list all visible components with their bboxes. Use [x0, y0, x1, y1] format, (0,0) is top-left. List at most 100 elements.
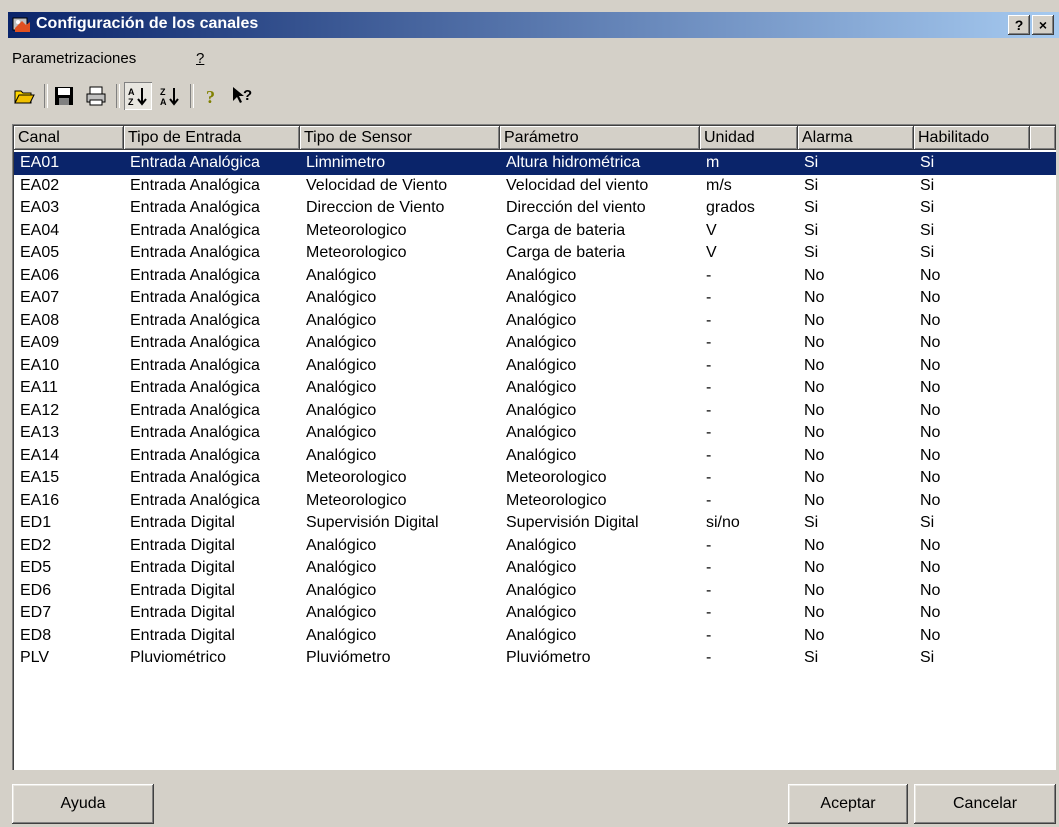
menu-parametrizaciones[interactable]: Parametrizaciones	[12, 50, 136, 67]
svg-text:?: ?	[243, 87, 252, 104]
cell-habilitado: No	[920, 334, 941, 351]
open-icon[interactable]	[10, 82, 38, 110]
column-header-filler	[1030, 126, 1056, 150]
title-bar[interactable]: Configuración de los canales ? ×	[8, 12, 1059, 38]
table-row[interactable]: EA09 Entrada Analógica Analógico Analógico -…	[14, 332, 1056, 355]
sort-descending-icon[interactable]: ZA	[156, 82, 184, 110]
cell-alarma: Si	[804, 221, 819, 239]
cell-habilitado: Si	[920, 514, 935, 531]
help-icon[interactable]: ?	[198, 82, 226, 110]
cell-alarma: Si	[804, 176, 819, 194]
cell-tipo-entrada: Entrada Digital	[130, 581, 235, 599]
cell-tipo-sensor: Analógico	[306, 356, 377, 374]
cell-tipo-entrada: Pluviométrico	[130, 649, 227, 666]
table-row[interactable]: EA15 Entrada Analógica Meteorologico Meteor…	[14, 467, 1056, 490]
cell-habilitado: No	[920, 266, 941, 284]
cell-unidad: si/no	[706, 514, 740, 531]
channels-table[interactable]: Canal Tipo de Entrada Tipo de Sensor Par…	[12, 124, 1056, 770]
save-icon[interactable]	[50, 82, 78, 110]
sort-ascending-icon[interactable]: AZ	[124, 82, 152, 110]
column-header-tipo-entrada[interactable]: Tipo de Entrada	[124, 126, 300, 150]
cell-tipo-entrada: Entrada Analógica	[130, 491, 260, 509]
cell-alarma: Si	[804, 154, 819, 171]
help-button[interactable]: Ayuda	[12, 784, 154, 824]
table-row[interactable]: EA10 Entrada Analógica Analógico Analógico -…	[14, 355, 1056, 378]
cancel-button[interactable]: Cancelar	[914, 784, 1056, 824]
table-row[interactable]: EA04 Entrada Analógica Meteorologico Carga …	[14, 220, 1056, 243]
cell-tipo-entrada: Entrada Digital	[130, 604, 235, 621]
cell-canal: EA09	[20, 334, 60, 351]
table-row[interactable]: ED6 Entrada Digital Analógico Analógico - No N…	[14, 580, 1056, 603]
cell-habilitado: No	[920, 446, 941, 464]
cell-tipo-entrada: Entrada Digital	[130, 626, 235, 644]
accept-button[interactable]: Aceptar	[788, 784, 908, 824]
cell-alarma: Si	[804, 514, 819, 531]
table-row[interactable]: ED2 Entrada Digital Analógico Analógico - No N…	[14, 535, 1056, 558]
cell-tipo-entrada: Entrada Analógica	[130, 401, 260, 419]
cell-canal: EA08	[20, 311, 60, 329]
column-header-habilitado[interactable]: Habilitado	[914, 126, 1030, 150]
table-row[interactable]: ED7 Entrada Digital Analógico Analógico - No N…	[14, 602, 1056, 625]
cell-habilitado: No	[920, 581, 941, 599]
cell-canal: ED7	[20, 604, 52, 621]
cell-tipo-sensor: Analógico	[306, 289, 377, 306]
table-row[interactable]: EA08 Entrada Analógica Analógico Analógico -…	[14, 310, 1056, 333]
cell-unidad: -	[706, 401, 712, 419]
cell-canal: EA05	[20, 244, 60, 261]
svg-text:?: ?	[206, 87, 215, 107]
cell-alarma: No	[804, 289, 825, 306]
column-header-canal[interactable]: Canal	[14, 126, 124, 150]
table-row[interactable]: EA06 Entrada Analógica Analógico Analógico -…	[14, 265, 1056, 288]
cell-canal: ED6	[20, 581, 52, 599]
table-row[interactable]: ED5 Entrada Digital Analógico Analógico - No N…	[14, 557, 1056, 580]
column-header-parametro[interactable]: Parámetro	[500, 126, 700, 150]
cell-tipo-entrada: Entrada Analógica	[130, 199, 260, 216]
cell-parametro: Supervisión Digital	[506, 514, 639, 531]
cell-canal: EA02	[20, 176, 60, 194]
cell-habilitado: No	[920, 559, 941, 576]
table-row[interactable]: EA11 Entrada Analógica Analógico Analógico -…	[14, 377, 1056, 400]
cell-tipo-sensor: Analógico	[306, 379, 377, 396]
cell-unidad: -	[706, 604, 712, 621]
cell-alarma: No	[804, 491, 825, 509]
column-header-tipo-sensor[interactable]: Tipo de Sensor	[300, 126, 500, 150]
cell-parametro: Carga de bateria	[506, 244, 626, 261]
table-row[interactable]: EA01 Entrada Analógica Limnimetro Altura hi…	[14, 152, 1056, 175]
table-row[interactable]: EA02 Entrada Analógica Velocidad de Viento…	[14, 175, 1056, 198]
table-row[interactable]: EA07 Entrada Analógica Analógico Analógico -…	[14, 287, 1056, 310]
table-row[interactable]: EA12 Entrada Analógica Analógico Analógico -…	[14, 400, 1056, 423]
cell-parametro: Analógico	[506, 311, 577, 329]
cell-unidad: -	[706, 469, 712, 486]
cell-unidad: -	[706, 311, 712, 329]
table-row[interactable]: ED1 Entrada Digital Supervisión Digital Sup…	[14, 512, 1056, 535]
print-icon[interactable]	[82, 82, 110, 110]
window-title: Configuración de los canales	[36, 15, 259, 32]
cell-canal: EA04	[20, 221, 60, 239]
cell-unidad: -	[706, 626, 712, 644]
table-row[interactable]: EA13 Entrada Analógica Analógico Analógico -…	[14, 422, 1056, 445]
cell-tipo-entrada: Entrada Digital	[130, 559, 235, 576]
table-row[interactable]: EA05 Entrada Analógica Meteorologico Carga …	[14, 242, 1056, 265]
table-row[interactable]: EA03 Entrada Analógica Direccion de Viento…	[14, 197, 1056, 220]
menu-help[interactable]: ?	[196, 50, 204, 67]
table-row[interactable]: EA16 Entrada Analógica Meteorologico Meteor…	[14, 490, 1056, 513]
cell-tipo-sensor: Analógico	[306, 311, 377, 329]
table-header: Canal Tipo de Entrada Tipo de Sensor Par…	[14, 126, 1056, 152]
help-title-button[interactable]: ?	[1008, 15, 1030, 35]
cell-habilitado: No	[920, 604, 941, 621]
cell-unidad: -	[706, 334, 712, 351]
cell-alarma: No	[804, 424, 825, 441]
table-row[interactable]: EA14 Entrada Analógica Analógico Analógico -…	[14, 445, 1056, 468]
table-row[interactable]: PLV Pluviométrico Pluviómetro Pluviómetro - S…	[14, 647, 1056, 670]
column-header-alarma[interactable]: Alarma	[798, 126, 914, 150]
cell-tipo-sensor: Direccion de Viento	[306, 199, 445, 216]
cell-tipo-sensor: Supervisión Digital	[306, 514, 439, 531]
close-button[interactable]: ×	[1032, 15, 1054, 35]
cell-tipo-entrada: Entrada Analógica	[130, 446, 260, 464]
svg-text:Z: Z	[128, 97, 134, 107]
cell-canal: EA14	[20, 446, 60, 464]
context-help-icon[interactable]: ?	[228, 82, 256, 110]
cell-parametro: Analógico	[506, 401, 577, 419]
table-row[interactable]: ED8 Entrada Digital Analógico Analógico - No N…	[14, 625, 1056, 648]
column-header-unidad[interactable]: Unidad	[700, 126, 798, 150]
